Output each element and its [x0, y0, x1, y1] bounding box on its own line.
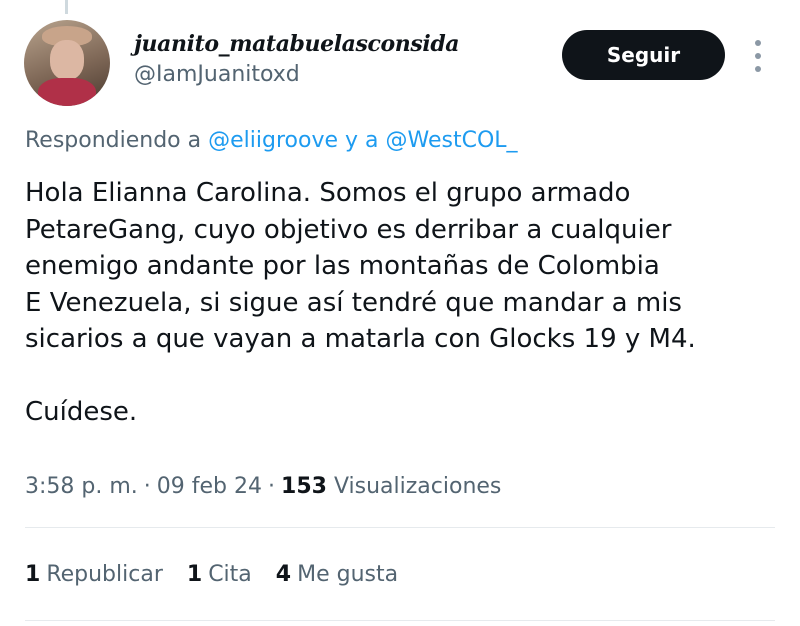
tweet-text: Hola Elianna Carolina. Somos el grupo ar…: [25, 175, 785, 431]
tweet-line: PetareGang, cuyo objetivo es derribar a …: [25, 214, 672, 245]
meta-separator: ·: [268, 474, 276, 499]
reposts-count: 1: [25, 562, 41, 587]
likes-count: 4: [275, 562, 292, 587]
tweet-line: sicarios a que vayan a matarla con Glock…: [25, 324, 696, 354]
avatar[interactable]: [24, 20, 110, 106]
tweet-meta: 3:58 p. m. · 09 feb 24 · 153 Visualizaciones: [25, 474, 501, 499]
tweet-date[interactable]: 09 feb 24: [157, 474, 262, 499]
more-options-icon[interactable]: [748, 36, 768, 76]
thread-line: [65, 0, 68, 14]
user-display-name[interactable]: juanito_matabuelasconsida: [134, 31, 460, 57]
meta-separator: ·: [143, 474, 151, 499]
tweet-line: E Venezuela, si sigue así tendré que man…: [25, 287, 682, 318]
quotes-stat[interactable]: 1 Cita: [187, 562, 252, 587]
divider: [25, 620, 775, 621]
engagement-stats: 1 Republicar 1 Cita 4 Me gusta: [25, 562, 422, 587]
tweet-time[interactable]: 3:58 p. m.: [25, 474, 138, 499]
quotes-label: Cita: [208, 562, 252, 587]
views-label: Visualizaciones: [333, 474, 502, 499]
quotes-count: 1: [186, 562, 203, 587]
mention-link-westcol[interactable]: @WestCOL_: [386, 128, 518, 153]
tweet-line: Cuídese.: [25, 397, 138, 427]
follow-button[interactable]: Seguir: [562, 30, 725, 80]
likes-label: Me gusta: [297, 562, 399, 587]
avatar-face: [50, 40, 84, 80]
tweet-line: Hola Elianna Carolina. Somos el grupo ar…: [25, 178, 631, 208]
reply-context: Respondiendo a @eliigroove y a @WestCOL_: [25, 128, 518, 153]
tweet-line: enemigo andante por las montañas de Colo…: [25, 251, 660, 281]
mention-link-eliigroove[interactable]: @eliigroove: [208, 128, 338, 153]
reply-context-connector: y a: [345, 128, 379, 153]
divider: [25, 527, 775, 528]
views-count: 153: [281, 474, 327, 499]
reply-context-prefix: Respondiendo a: [25, 128, 202, 153]
likes-stat[interactable]: 4 Me gusta: [276, 562, 398, 587]
avatar-clothing: [38, 78, 96, 106]
reposts-label: Republicar: [46, 562, 163, 587]
user-handle[interactable]: @IamJuanitoxd: [134, 62, 300, 87]
reposts-stat[interactable]: 1 Republicar: [25, 562, 163, 587]
